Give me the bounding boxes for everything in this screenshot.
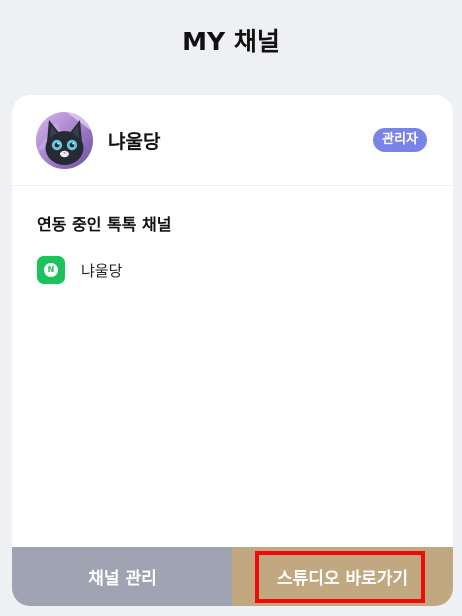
page-title: MY 채널 <box>182 27 280 56</box>
channel-header: 냐울당 관리자 <box>12 95 453 186</box>
cat-avatar-icon <box>36 112 93 165</box>
channel-manage-label: 채널 관리 <box>88 569 157 589</box>
channel-card: 냐울당 관리자 연동 중인 톡톡 채널 N 냐울당 채널 관리 스튜디오 바로가… <box>12 95 453 606</box>
role-badge: 관리자 <box>373 128 427 152</box>
channel-manage-button[interactable]: 채널 관리 <box>12 547 233 606</box>
channel-name: 냐울당 <box>108 131 161 153</box>
studio-shortcut-button[interactable]: 스튜디오 바로가기 <box>232 547 453 606</box>
studio-shortcut-label: 스튜디오 바로가기 <box>276 569 409 589</box>
avatar <box>36 112 93 169</box>
linked-channel-item[interactable]: N 냐울당 <box>37 255 417 284</box>
linked-section-title: 연동 중인 톡톡 채널 <box>37 215 172 234</box>
linked-channel-name: 냐울당 <box>81 262 123 280</box>
naver-talktalk-icon: N <box>37 256 65 284</box>
